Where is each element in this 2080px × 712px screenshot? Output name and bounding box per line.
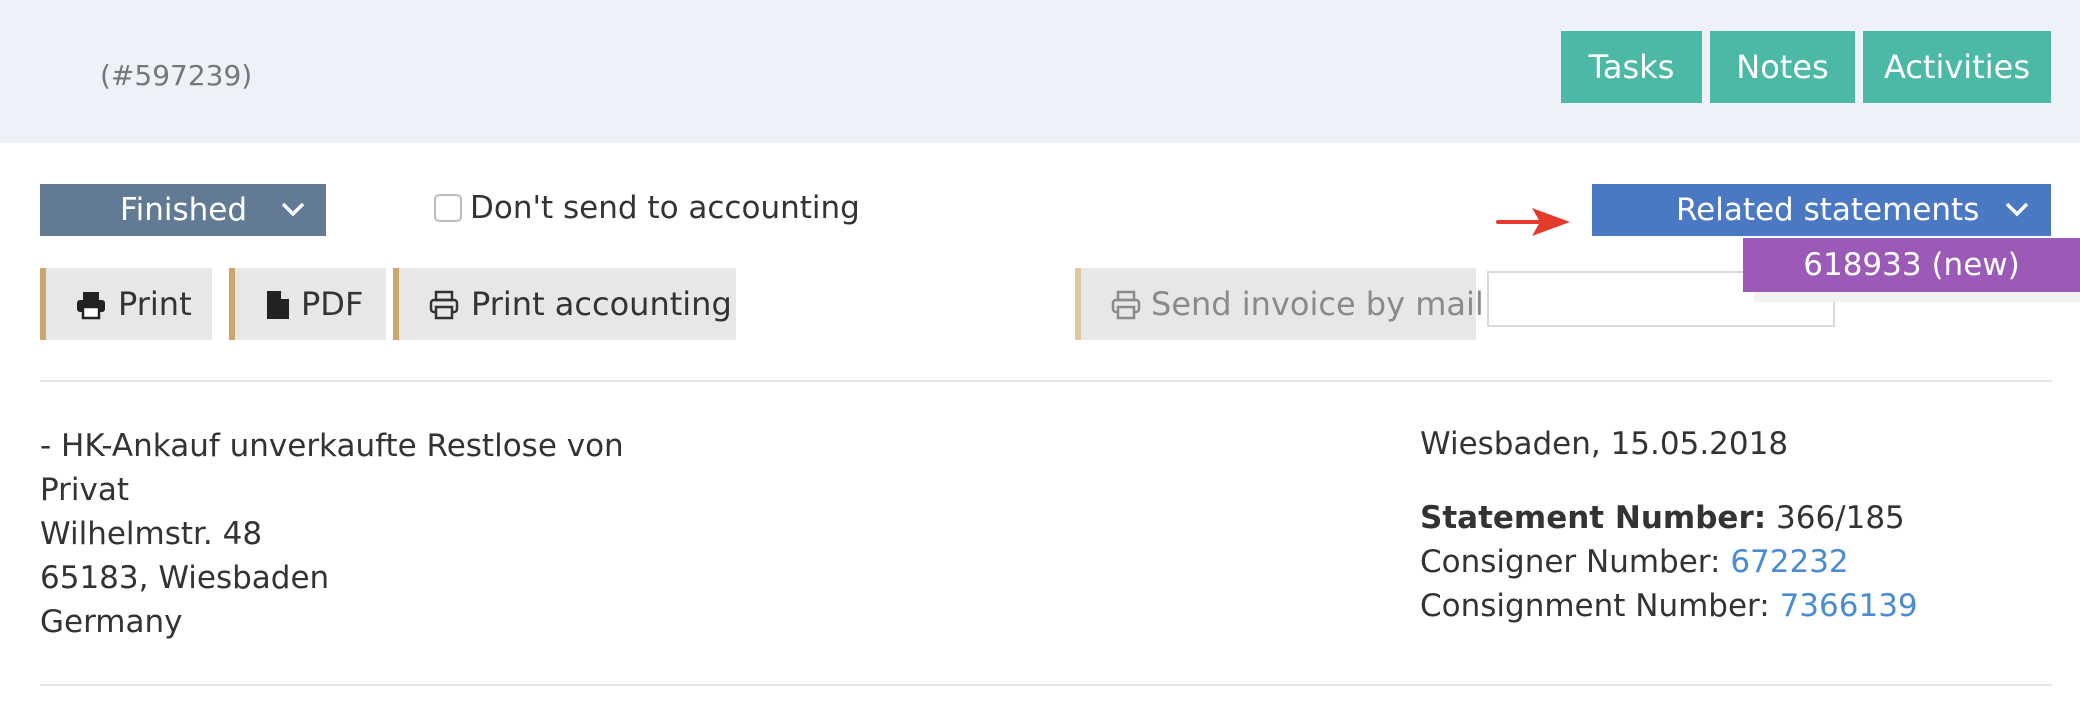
address-line: Germany [40,604,183,640]
status-dropdown-label: Finished [120,192,247,228]
print-accounting-button[interactable]: Print accounting [393,268,736,340]
consigner-number-row: Consigner Number: 672232 [1420,540,1849,584]
chevron-down-icon [281,202,305,217]
send-invoice-mail-button[interactable]: Send invoice by mail [1075,268,1484,340]
consigner-number-link[interactable]: 672232 [1730,544,1848,580]
statement-number-row: Statement Number: 366/185 [1420,496,1905,540]
notes-button[interactable]: Notes [1710,31,1855,103]
divider [40,684,2052,686]
chevron-down-icon [2005,202,2029,217]
status-dropdown[interactable]: Finished [40,184,326,236]
consignment-number-link[interactable]: 7366139 [1780,588,1918,624]
red-arrow-icon [1496,208,1570,236]
dont-send-accounting-checkbox[interactable] [434,194,462,222]
pdf-button[interactable]: PDF [229,268,386,340]
statement-number-label: Statement Number: [1420,500,1767,536]
related-statements-dropdown[interactable]: Related statements [1592,184,2051,236]
consignment-number-row: Consignment Number: 7366139 [1420,584,1918,628]
address-line: Privat [40,472,130,508]
address-line: Wilhelmstr. 48 [40,516,263,552]
print-icon [77,292,105,320]
tasks-button[interactable]: Tasks [1561,31,1702,103]
print-outline-icon [1111,290,1141,320]
statement-number: 366/185 [1776,500,1905,536]
record-id: (#597239) [100,59,253,92]
print-button-label: Print [118,285,192,323]
address-line: 65183, Wiesbaden [40,560,330,596]
print-button[interactable]: Print [40,268,212,340]
print-accounting-label: Print accounting [471,285,732,323]
address-block: - HK-Ankauf unverkaufte Restlose von Pri… [40,424,624,644]
dont-send-accounting-label: Don't send to accounting [470,190,860,226]
related-statement-item[interactable]: 618933 (new) [1743,238,2080,292]
pdf-button-label: PDF [301,285,364,323]
print-outline-icon [429,290,459,320]
address-line: - HK-Ankauf unverkaufte Restlose von [40,428,624,464]
file-icon [267,291,289,319]
related-statements-label: Related statements [1676,192,1980,228]
consignment-number-label: Consignment Number: [1420,588,1770,624]
send-invoice-mail-label: Send invoice by mail [1151,285,1484,323]
divider [40,380,2052,382]
consigner-number-label: Consigner Number: [1420,544,1721,580]
activities-button[interactable]: Activities [1863,31,2051,103]
place-date: Wiesbaden, 15.05.2018 [1420,426,1789,462]
header-bar: (#597239) Tasks Notes Activities [0,0,2080,143]
